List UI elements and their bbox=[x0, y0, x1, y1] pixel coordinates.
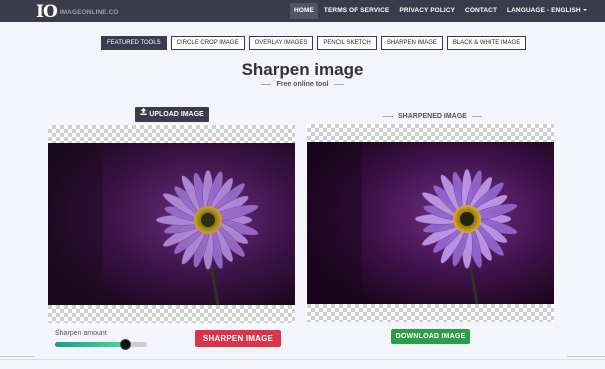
sharpen-amount-label: Sharpen amount bbox=[55, 330, 107, 337]
divider bbox=[261, 83, 272, 85]
caret-down-icon bbox=[582, 9, 587, 12]
tool-overlay-images[interactable]: OVERLAY IMAGES bbox=[248, 36, 314, 50]
upload-image-button[interactable]: UPLOAD IMAGE bbox=[135, 107, 209, 122]
nav-language-dropdown[interactable]: LANGUAGE - ENGLISH bbox=[503, 3, 591, 19]
divider bbox=[567, 356, 605, 357]
original-image bbox=[48, 143, 295, 305]
tool-featured-tools[interactable]: FEATURED TOOLS bbox=[101, 36, 167, 50]
tool-circle-crop-image[interactable]: CIRCLE CROP IMAGE bbox=[170, 36, 245, 50]
navbar: IO IMAGEONLINE.CO HOME TERMS OF SERVICE … bbox=[0, 0, 605, 22]
upload-image-label: UPLOAD IMAGE bbox=[149, 111, 204, 118]
footer-divider bbox=[0, 359, 605, 360]
page-subtitle-text: Free online tool bbox=[276, 81, 329, 88]
tools-bar: FEATURED TOOLS CIRCLE CROP IMAGE OVERLAY… bbox=[101, 36, 530, 50]
download-image-button[interactable]: DOWNLOAD IMAGE bbox=[391, 329, 470, 344]
sharpen-amount-slider[interactable] bbox=[55, 339, 147, 350]
sharpened-image bbox=[307, 142, 554, 304]
tool-black-white-image[interactable]: BLACK & WHITE IMAGE bbox=[446, 36, 527, 50]
divider bbox=[333, 83, 344, 85]
logo-text: IMAGEONLINE.CO bbox=[59, 9, 119, 16]
nav-terms-of-service[interactable]: TERMS OF SERVICE bbox=[320, 3, 393, 19]
upload-icon bbox=[140, 106, 147, 121]
nav-contact[interactable]: CONTACT bbox=[461, 3, 501, 19]
sharpen-image-button[interactable]: SHARPEN IMAGE bbox=[195, 330, 281, 347]
slider-thumb[interactable] bbox=[119, 339, 131, 350]
page-title: Sharpen image bbox=[241, 60, 364, 79]
tool-pencil-sketch[interactable]: PENCIL SKETCH bbox=[317, 36, 377, 50]
sharpened-image-panel bbox=[307, 124, 554, 322]
page-subtitle: Free online tool bbox=[0, 81, 605, 88]
divider bbox=[471, 115, 482, 117]
logo[interactable]: IO IMAGEONLINE.CO bbox=[36, 1, 119, 21]
nav-privacy-policy[interactable]: PRIVACY POLICY bbox=[395, 3, 459, 19]
nav-language-label: LANGUAGE - ENGLISH bbox=[507, 7, 581, 14]
divider bbox=[383, 115, 393, 117]
sharpened-image-text: SHARPENED IMAGE bbox=[398, 113, 467, 120]
original-image-panel bbox=[48, 125, 295, 323]
main-nav: HOME TERMS OF SERVICE PRIVACY POLICY CON… bbox=[290, 3, 593, 19]
sharpened-image-label: SHARPENED IMAGE bbox=[378, 113, 487, 120]
logo-mark: IO bbox=[36, 2, 58, 22]
tool-sharpen-image[interactable]: SHARPEN IMAGE bbox=[380, 36, 443, 50]
nav-home[interactable]: HOME bbox=[290, 3, 318, 19]
slider-fill bbox=[55, 342, 126, 347]
divider bbox=[0, 356, 35, 357]
